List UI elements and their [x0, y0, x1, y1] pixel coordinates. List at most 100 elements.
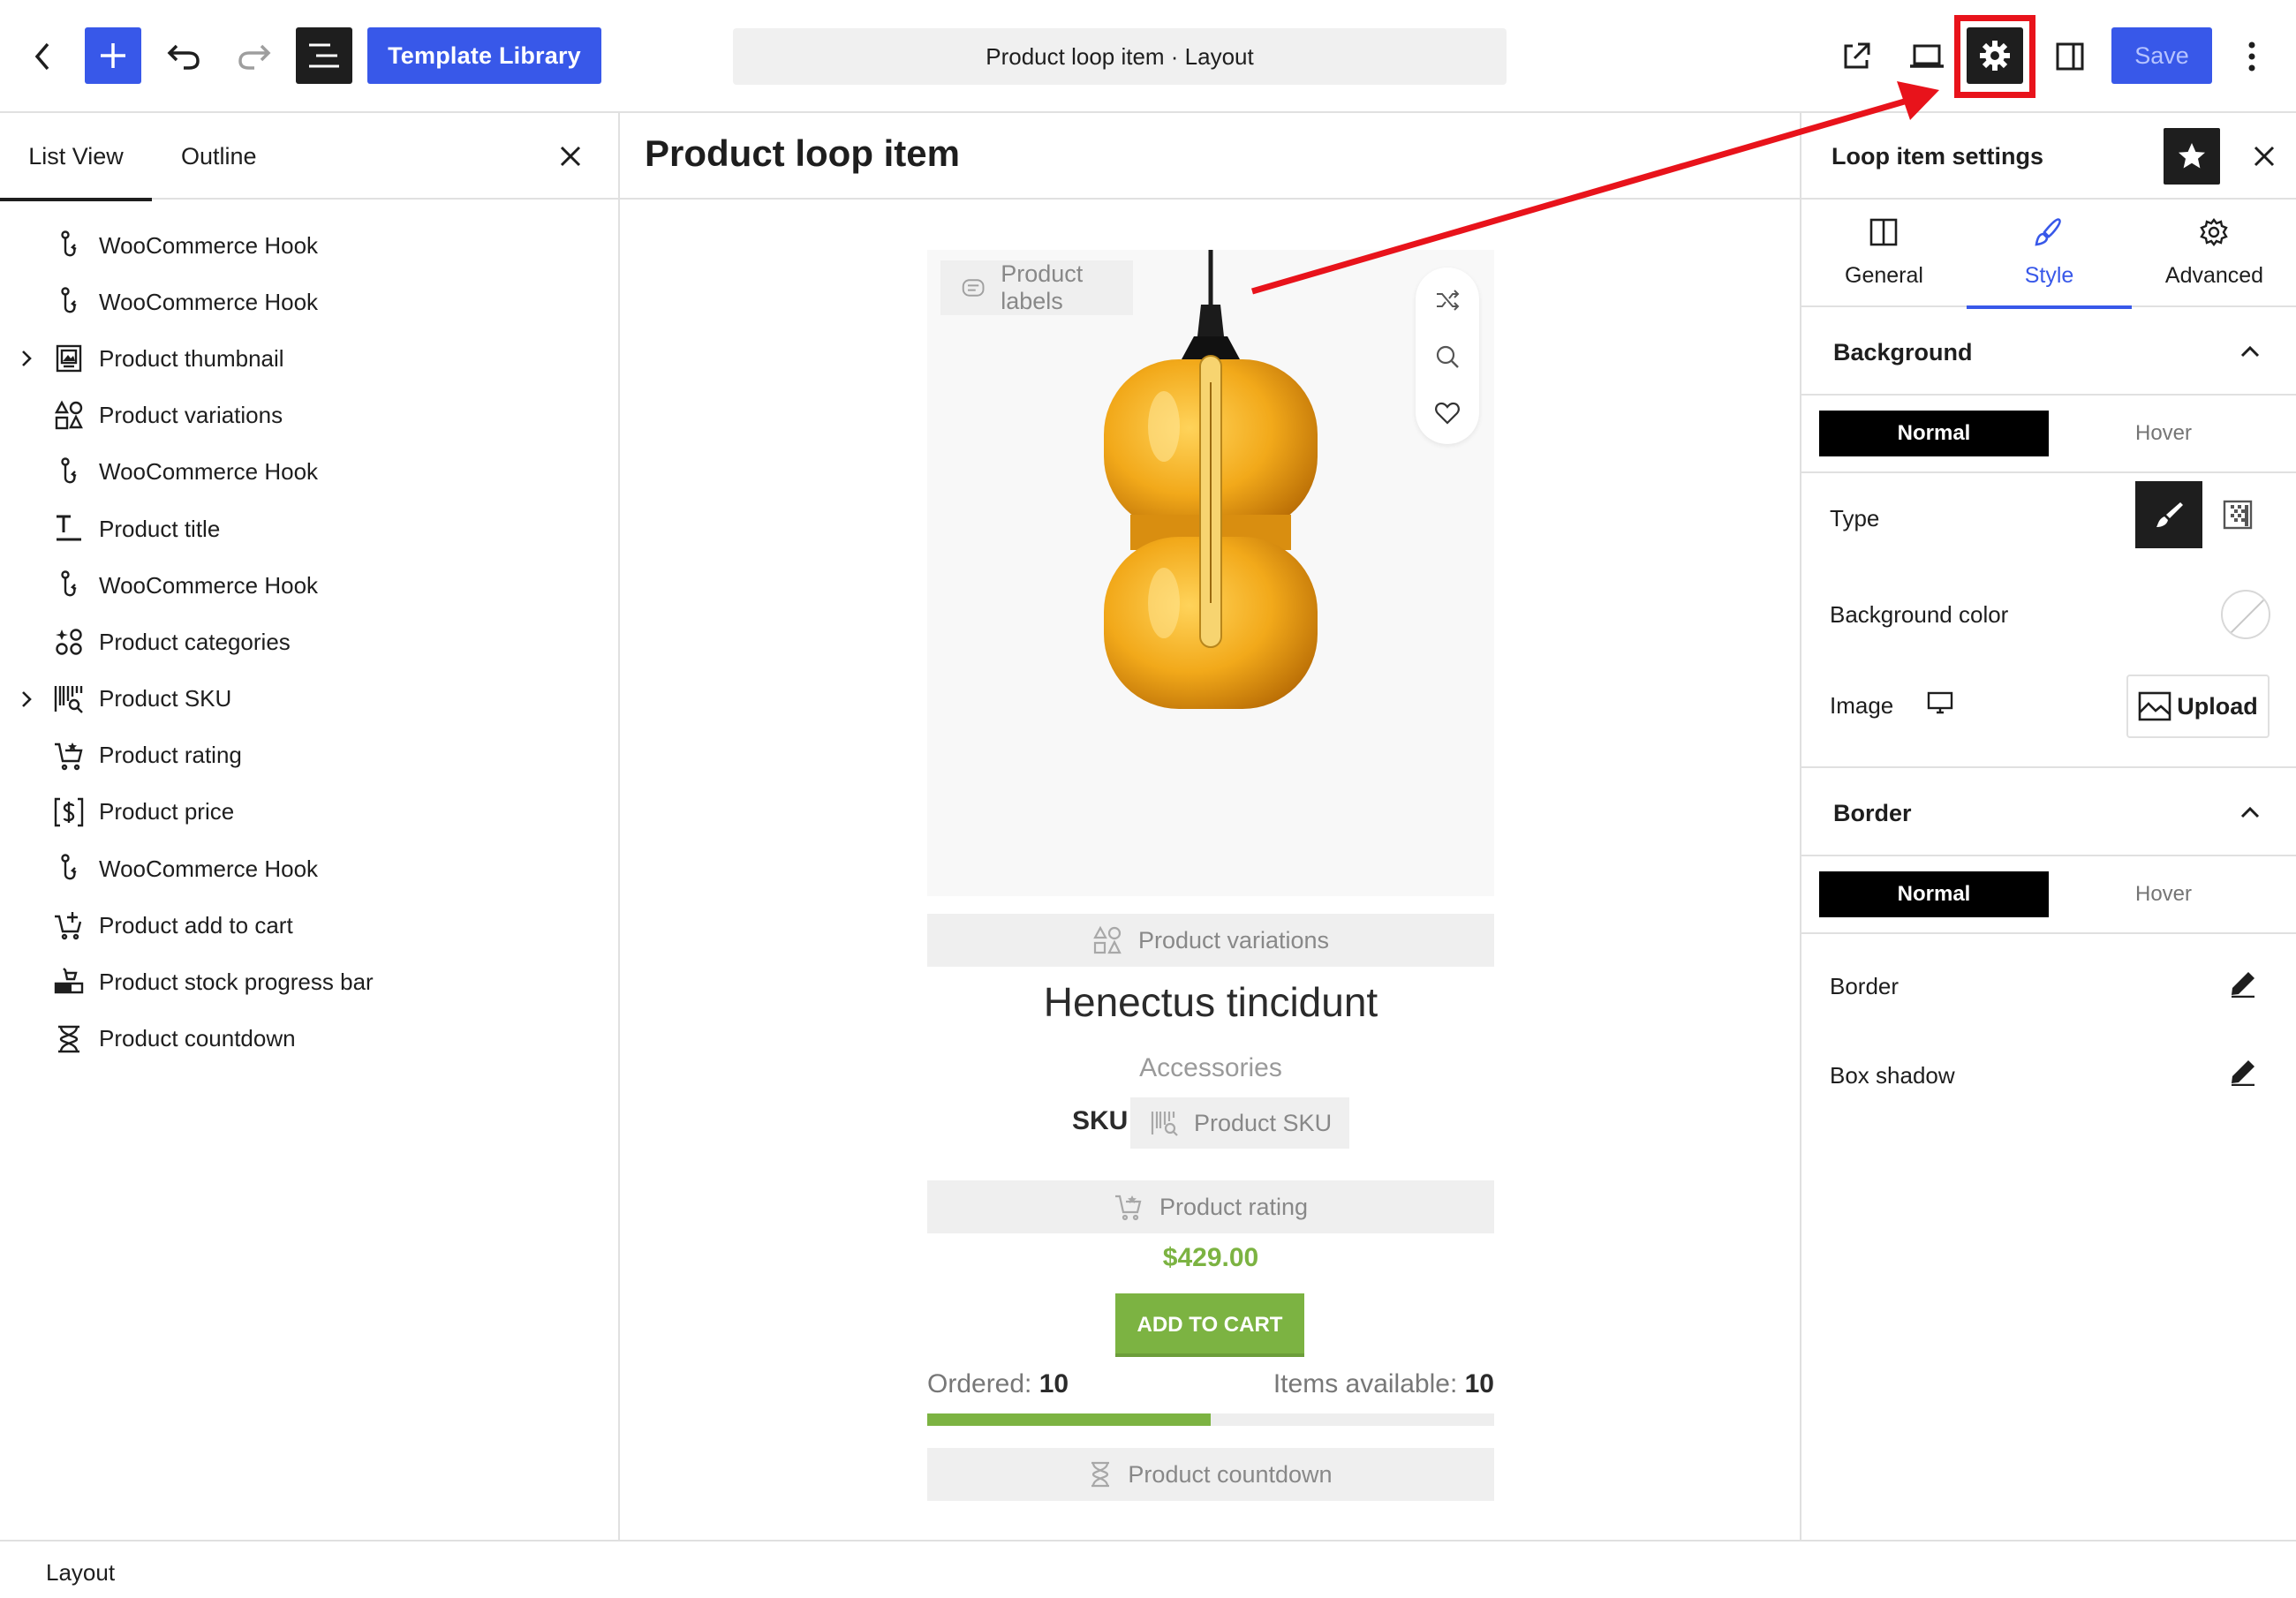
upload-label: Upload	[2177, 692, 2258, 720]
list-item[interactable]: WooCommerce Hook	[0, 444, 618, 501]
background-type-classic-button[interactable]	[2135, 481, 2202, 548]
external-link-icon	[1844, 42, 1870, 69]
list-item[interactable]: Product SKU	[0, 671, 618, 727]
product-sku-text: Product SKU	[1194, 1109, 1333, 1136]
available-label: Items available:	[1273, 1369, 1458, 1398]
redo-button[interactable]	[235, 35, 274, 78]
list-item-label: WooCommerce Hook	[99, 458, 319, 486]
list-item[interactable]: Product countdown	[0, 1011, 618, 1067]
block-inserter-button[interactable]	[85, 27, 141, 84]
product-title[interactable]: Henectus tincidunt	[927, 978, 1494, 1026]
tab-outline[interactable]: Outline	[181, 113, 257, 200]
close-list-view-button[interactable]	[556, 142, 585, 170]
hourglass-icon	[53, 1023, 85, 1055]
list-item[interactable]: Product variations	[0, 388, 618, 444]
device-preview-button[interactable]	[1907, 39, 1946, 74]
list-item[interactable]: Product title	[0, 501, 618, 557]
product-labels-text: Product labels	[1001, 260, 1084, 314]
border-hover-tab[interactable]: Hover	[2049, 871, 2278, 917]
list-item[interactable]: Product thumbnail	[0, 330, 618, 387]
save-button[interactable]: Save	[2111, 27, 2212, 84]
editor-canvas: Product loop item Product labels Product…	[620, 113, 1800, 1540]
chevron-right-icon[interactable]	[16, 348, 37, 369]
left-panel-tabs: List View Outline	[0, 113, 618, 201]
list-item-label: Product categories	[99, 628, 291, 655]
list-item[interactable]: WooCommerce Hook	[0, 217, 618, 274]
desktop-icon[interactable]	[1927, 690, 1953, 715]
image-label: Image	[1830, 691, 1953, 720]
barcode-icon	[1151, 1112, 1178, 1136]
back-button[interactable]	[25, 35, 60, 78]
tab-list-view[interactable]: List View	[0, 113, 152, 201]
thumbnail-icon	[53, 343, 85, 374]
brush-icon	[2035, 218, 2061, 246]
background-color-swatch[interactable]	[2221, 590, 2270, 639]
sidebar-toggle-button[interactable]	[2052, 37, 2088, 76]
background-color-label: Background color	[1830, 601, 2009, 628]
chevron-left-icon	[34, 42, 49, 71]
border-heading: Border	[1833, 800, 1912, 826]
list-item[interactable]: Product stock progress bar	[0, 954, 618, 1010]
favorite-button[interactable]	[2164, 128, 2220, 185]
canvas-divider	[620, 198, 1800, 200]
background-hover-tab[interactable]: Hover	[2049, 411, 2278, 456]
list-item-label: WooCommerce Hook	[99, 231, 319, 259]
heart-icon[interactable]	[1434, 400, 1461, 426]
product-category[interactable]: Accessories	[927, 1053, 1494, 1083]
list-item-label: WooCommerce Hook	[99, 855, 319, 882]
product-labels-placeholder[interactable]: Product labels	[940, 260, 1133, 315]
list-item[interactable]: WooCommerce Hook	[0, 274, 618, 330]
product-countdown-placeholder[interactable]: Product countdown	[927, 1448, 1494, 1501]
hook-icon	[53, 230, 85, 261]
add-to-cart-button[interactable]: ADD TO CART	[1115, 1293, 1304, 1357]
list-item[interactable]: Product price	[0, 784, 618, 840]
border-section-toggle[interactable]: Border	[1801, 768, 2296, 856]
document-overview-button[interactable]	[296, 27, 352, 84]
pencil-icon[interactable]	[2229, 1058, 2257, 1086]
list-item[interactable]: Product add to cart	[0, 897, 618, 954]
search-icon[interactable]	[1434, 343, 1461, 370]
list-item[interactable]: WooCommerce Hook	[0, 557, 618, 614]
more-options-button[interactable]	[2238, 37, 2266, 76]
shuffle-compare-icon[interactable]	[1434, 287, 1461, 313]
border-normal-tab[interactable]: Normal	[1819, 871, 2049, 917]
preview-external-button[interactable]	[1839, 39, 1874, 74]
pendant-lamp-image	[1104, 250, 1318, 709]
tab-general[interactable]: General	[1801, 200, 1967, 307]
template-library-button[interactable]: Template Library	[367, 27, 601, 84]
background-normal-tab[interactable]: Normal	[1819, 411, 2049, 456]
breadcrumb-layout[interactable]: Layout	[46, 1559, 115, 1587]
tab-outline-label: Outline	[181, 142, 257, 170]
list-item-label: WooCommerce Hook	[99, 571, 319, 599]
background-section-toggle[interactable]: Background	[1801, 307, 2296, 396]
list-item[interactable]: Product rating	[0, 727, 618, 784]
undo-button[interactable]	[164, 35, 203, 78]
box-shadow-label: Box shadow	[1830, 1062, 1955, 1089]
product-rating-placeholder[interactable]: Product rating	[927, 1180, 1494, 1233]
list-view-panel: List View Outline WooCommerce Hook WooCom…	[0, 113, 620, 1540]
upload-image-button[interactable]: Upload	[2126, 675, 2270, 738]
pencil-icon[interactable]	[2229, 969, 2257, 998]
list-item-label: Product variations	[99, 402, 283, 429]
rating-cart-icon	[1114, 1195, 1142, 1221]
list-item[interactable]: WooCommerce Hook	[0, 840, 618, 897]
settings-highlight-box	[1954, 15, 2035, 98]
product-sku-placeholder[interactable]: Product SKU	[1130, 1097, 1349, 1149]
product-thumbnail[interactable]: Product labels	[927, 250, 1494, 896]
redo-icon	[238, 44, 271, 70]
variations-icon	[53, 400, 85, 432]
close-settings-button[interactable]	[2250, 142, 2278, 170]
no-color-icon	[2229, 598, 2266, 635]
chevron-right-icon[interactable]	[16, 689, 37, 710]
product-price: $429.00	[1162, 1243, 1259, 1272]
list-item[interactable]: Product categories	[0, 614, 618, 670]
tab-advanced[interactable]: Advanced	[2132, 200, 2296, 307]
rating-cart-icon	[53, 740, 85, 772]
brush-icon	[2156, 502, 2183, 527]
document-title-bar[interactable]: Product loop item · Layout	[733, 28, 1507, 85]
tab-style[interactable]: Style	[1967, 200, 2132, 309]
hourglass-icon	[1091, 1461, 1110, 1488]
editor-app: Template Library Product loop item · Lay…	[0, 0, 2296, 1598]
product-variations-placeholder[interactable]: Product variations	[927, 914, 1494, 967]
background-type-gradient-button[interactable]	[2222, 499, 2254, 531]
